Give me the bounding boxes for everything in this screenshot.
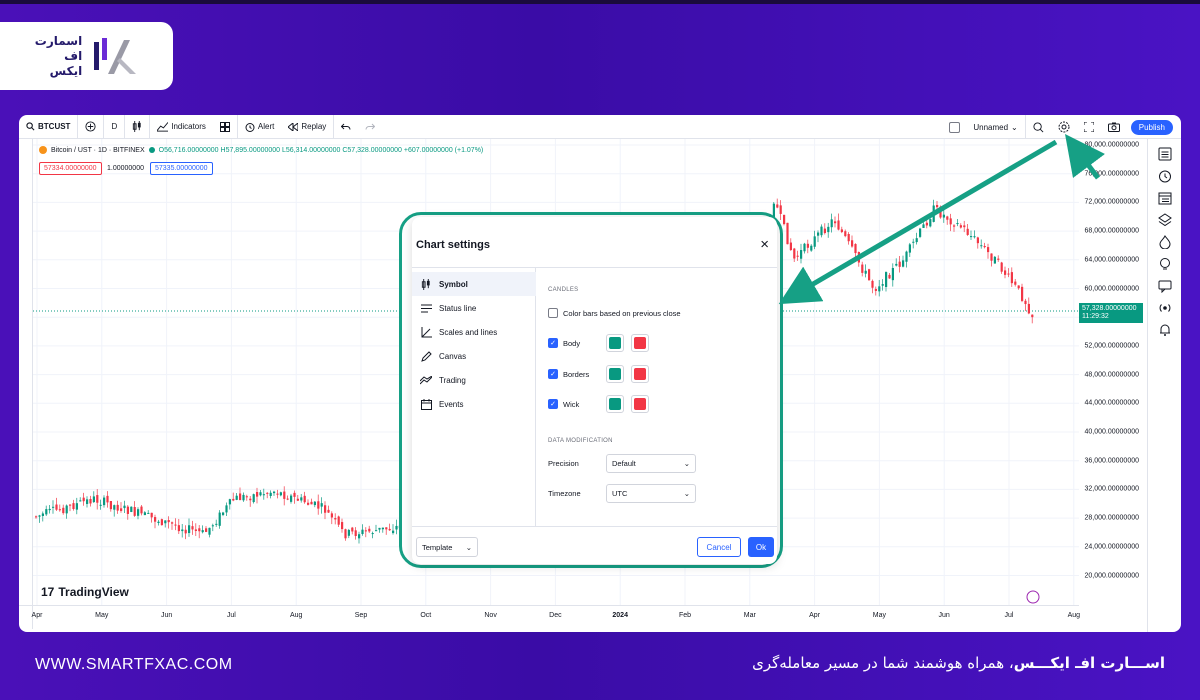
settings-arrow xyxy=(1065,134,1105,180)
annotation-overlay xyxy=(778,134,1105,305)
pointer-arrow xyxy=(778,139,1058,305)
brand-tagline: اســـارت افـ ایکـــس، همراه هوشمند شما د… xyxy=(752,654,1165,672)
website-url: WWW.SMARTFXAC.COM xyxy=(35,656,233,673)
